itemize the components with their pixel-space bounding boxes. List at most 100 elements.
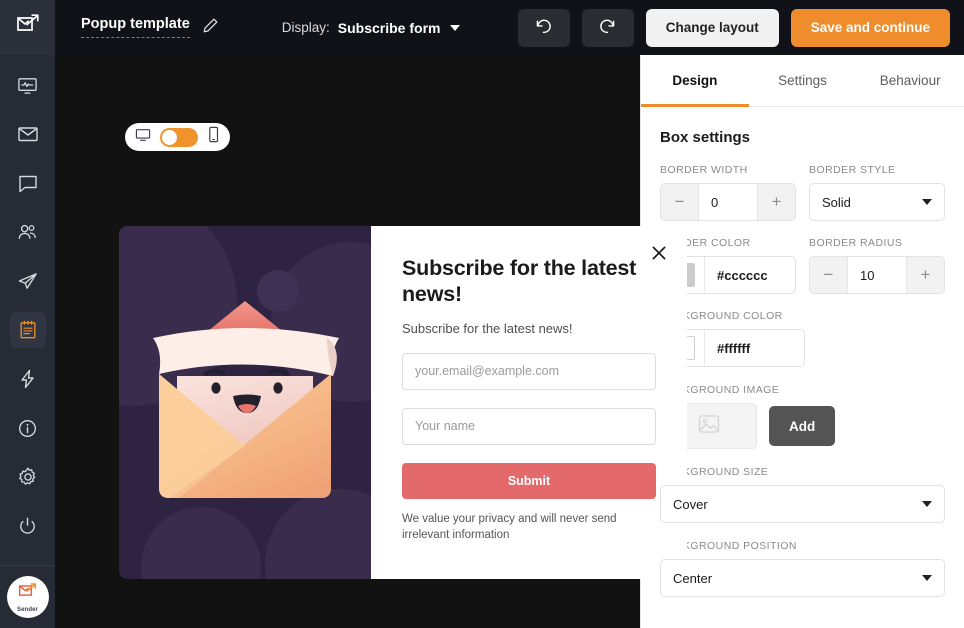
topbar: Popup template Display: Subscribe form C… [55,0,964,55]
chevron-down-icon [922,501,932,507]
border-radius-label: BORDER RADIUS [809,237,903,249]
info-circle-icon [17,418,38,439]
border-width-label: BORDER WIDTH [660,164,748,176]
display-value[interactable]: Subscribe form [338,20,441,36]
design-panel: Design Settings Behaviour Box settings B… [640,55,964,628]
background-image-row: Add [660,403,945,449]
undo-button[interactable] [517,8,570,47]
field-background-position: BACKGROUND POSITION Center [660,540,945,597]
field-background-size: BACKGROUND SIZE Cover [660,466,945,523]
sidebar: Sender [0,0,55,628]
background-size-label: BACKGROUND SIZE [660,466,769,478]
envelope-arrow-logo-icon [15,12,41,43]
sidebar-item-chat[interactable] [10,165,46,201]
gear-icon [17,466,39,488]
popup-subheading: Subscribe for the latest news! [402,320,573,336]
sidebar-item-settings[interactable] [10,459,46,495]
undo-icon [534,17,553,39]
field-background-image: BACKGROUND IMAGE Add [660,384,945,449]
sidebar-footer: Sender [0,561,55,628]
popup-name-input[interactable]: Your name [402,407,656,445]
device-switch[interactable] [160,127,198,147]
sidebar-item-automation[interactable] [10,361,46,397]
border-color-value[interactable]: #cccccc [705,257,795,293]
background-position-value: Center [673,570,713,586]
field-border-style: BORDER STYLE Solid [809,164,945,221]
sidebar-item-info[interactable] [10,410,46,446]
chat-bubble-icon [17,172,39,194]
panel-tabs: Design Settings Behaviour [641,55,964,107]
pencil-icon[interactable] [202,17,219,38]
change-layout-button[interactable]: Change layout [645,8,779,47]
tab-design[interactable]: Design [641,55,749,107]
lightning-bolt-icon [17,368,39,390]
topbar-actions: Change layout Save and continue [517,8,950,47]
row-border-color-radius: BORDER COLOR #cccccc BORDER RADIUS − 10 … [660,237,945,294]
preview-canvas: Subscribe for the latest news! Subscribe… [55,55,687,628]
envelope-icon [17,123,39,145]
sidebar-item-campaigns[interactable] [10,263,46,299]
close-icon[interactable] [649,243,669,263]
sidebar-item-audience[interactable] [10,214,46,250]
sidebar-item-forms[interactable] [9,312,46,348]
display-label: Display: [281,20,330,35]
image-placeholder-icon [698,414,720,439]
template-title-group: Popup template [81,16,219,38]
paper-plane-icon [16,270,39,293]
chevron-down-icon[interactable] [450,24,461,31]
background-color-label: BACKGROUND COLOR [660,310,783,322]
people-icon [16,221,39,244]
device-toggle[interactable] [125,123,230,151]
app-root: Sender Popup template Display: Subscribe… [0,0,964,628]
popup-privacy-note: We value your privacy and will never sen… [402,512,617,542]
switch-knob [162,129,177,145]
border-radius-stepper[interactable]: − 10 + [809,256,945,294]
desktop-icon[interactable] [135,127,151,148]
popup-preview[interactable]: Subscribe for the latest news! Subscribe… [119,226,687,579]
border-radius-decrement[interactable]: − [810,257,848,293]
chevron-down-icon [922,199,932,205]
border-style-value: Solid [822,194,851,210]
sidebar-item-logout[interactable] [10,508,46,544]
border-style-select[interactable]: Solid [809,183,945,221]
border-width-decrement[interactable]: − [661,184,699,220]
app-logo[interactable] [0,0,55,55]
tab-behaviour[interactable]: Behaviour [856,55,964,106]
sender-logo-icon [17,581,39,606]
popup-illustration-panel [119,226,371,579]
border-width-increment[interactable]: + [757,184,795,220]
border-style-label: BORDER STYLE [809,164,896,176]
sidebar-item-dashboard[interactable] [10,67,46,103]
display-selector[interactable]: Display: Subscribe form [282,20,461,36]
background-image-label: BACKGROUND IMAGE [660,384,780,396]
field-border-radius: BORDER RADIUS − 10 + [809,237,945,294]
border-radius-value[interactable]: 10 [848,257,906,293]
panel-body: Box settings BORDER WIDTH − 0 + BORDER S… [641,107,964,614]
background-image-add-button[interactable]: Add [769,406,836,446]
popup-heading: Subscribe for the latest news! [402,256,637,306]
redo-button[interactable] [581,8,634,47]
popup-submit-button[interactable]: Submit [402,462,656,499]
field-border-width: BORDER WIDTH − 0 + [660,164,796,221]
border-width-value[interactable]: 0 [699,184,757,220]
monitor-pulse-icon [17,75,38,96]
sidebar-divider [0,565,55,566]
notepad-icon [18,320,38,340]
border-radius-increment[interactable]: + [906,257,944,293]
template-title[interactable]: Popup template [81,16,190,38]
background-position-select[interactable]: Center [660,559,945,597]
border-width-stepper[interactable]: − 0 + [660,183,796,221]
chevron-down-icon [922,575,932,581]
smiling-envelope-illustration [153,301,339,498]
save-and-continue-button[interactable]: Save and continue [790,8,950,47]
main-area: Popup template Display: Subscribe form C… [55,0,964,628]
sidebar-items [9,55,46,561]
background-color-value[interactable]: #ffffff [705,330,804,366]
panel-section-title: Box settings [660,129,751,146]
mobile-icon[interactable] [207,126,220,148]
sidebar-item-email[interactable] [10,116,46,152]
popup-email-input[interactable]: your.email@example.com [402,352,656,390]
sender-brand-badge[interactable]: Sender [6,576,49,618]
tab-settings[interactable]: Settings [749,55,857,106]
background-size-select[interactable]: Cover [660,485,945,523]
